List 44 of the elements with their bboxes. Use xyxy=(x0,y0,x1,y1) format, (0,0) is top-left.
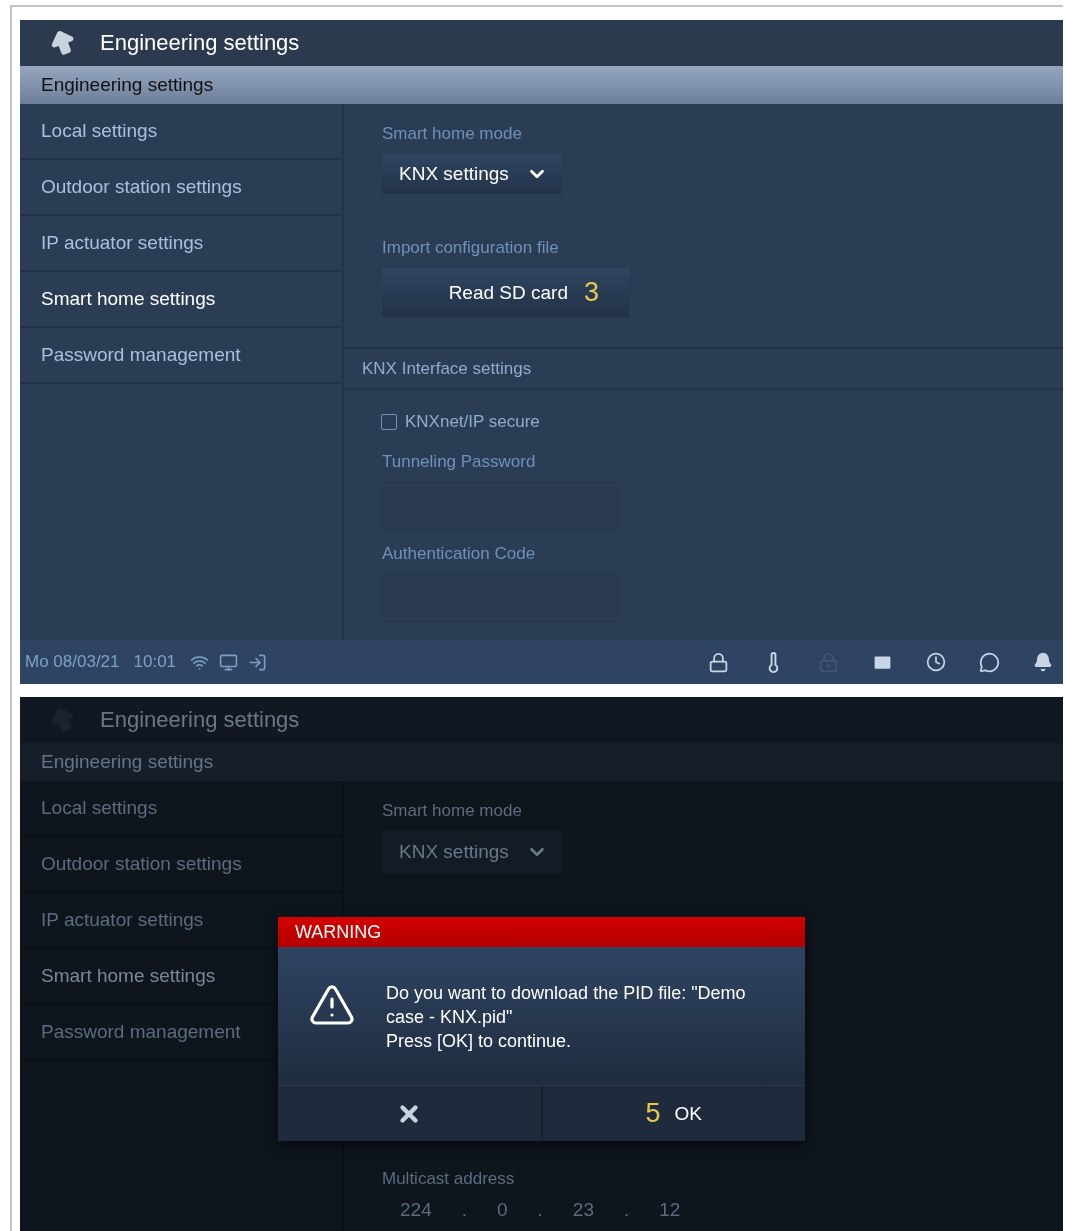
monitor-icon xyxy=(219,652,239,672)
sidebar-item[interactable]: Local settings xyxy=(41,797,158,819)
separator-dot: . xyxy=(624,1199,630,1221)
ip-octet[interactable]: 0 xyxy=(497,1199,508,1221)
field-label: Smart home mode xyxy=(381,801,523,821)
bell-icon[interactable] xyxy=(1033,652,1053,672)
mode-dropdown[interactable]: KNX settings xyxy=(382,831,562,873)
clock-icon[interactable] xyxy=(926,652,946,672)
ip-octet[interactable]: 23 xyxy=(572,1199,594,1221)
ip-octet[interactable]: 12 xyxy=(659,1199,681,1221)
field-label: Smart home mode xyxy=(381,124,523,144)
status-date: Mo 08/03/21 xyxy=(25,652,120,672)
step-number: 5 xyxy=(645,1098,661,1129)
section-header: Engineering settings xyxy=(20,743,1063,781)
sidebar-item[interactable]: Local settings xyxy=(41,120,158,142)
checkbox-label: KNXnet/IP secure xyxy=(405,411,540,432)
screen-title: Engineering settings xyxy=(100,30,300,56)
status-time: 10:01 xyxy=(133,652,177,672)
sidebar-item[interactable]: IP actuator settings xyxy=(41,909,204,931)
checkbox[interactable] xyxy=(381,413,397,430)
screen-title: Engineering settings xyxy=(100,707,300,733)
sidebar-item[interactable]: Password management xyxy=(41,1021,241,1043)
separator-dot: . xyxy=(537,1199,543,1221)
section-header: KNX Interface settings xyxy=(344,347,1063,390)
separator-dot: . xyxy=(461,1199,467,1221)
field-label: Authentication Code xyxy=(381,543,537,564)
mode-dropdown[interactable]: KNX settings xyxy=(382,154,562,195)
sidebar-item[interactable]: IP actuator settings xyxy=(41,232,204,254)
lock-icon[interactable] xyxy=(708,651,729,673)
read-sd-card-button[interactable]: Read SD card 3 xyxy=(382,268,629,318)
ip-octet[interactable]: 224 xyxy=(400,1199,432,1221)
field-label: Multicast address xyxy=(381,1169,516,1189)
sidebar-item[interactable]: Smart home settings xyxy=(41,965,216,987)
section-header: Engineering settings xyxy=(20,66,1063,104)
sidebar-item[interactable]: Password management xyxy=(41,344,241,366)
chat-icon[interactable] xyxy=(979,651,1000,673)
sidebar-item[interactable]: Outdoor station settings xyxy=(41,853,242,875)
field-label: Tunneling Password xyxy=(381,451,537,472)
sidebar-item[interactable]: Outdoor station settings xyxy=(41,176,242,198)
dialog-message: Do you want to download the PID file: "Demo case - KNX.pid" Press [OK] to continue. xyxy=(386,982,747,1053)
field-label: Import configuration file xyxy=(381,238,560,259)
dialog-title: WARNING xyxy=(278,917,805,947)
sidebar-item[interactable]: Smart home settings xyxy=(41,288,216,310)
step-number: 3 xyxy=(583,277,599,309)
